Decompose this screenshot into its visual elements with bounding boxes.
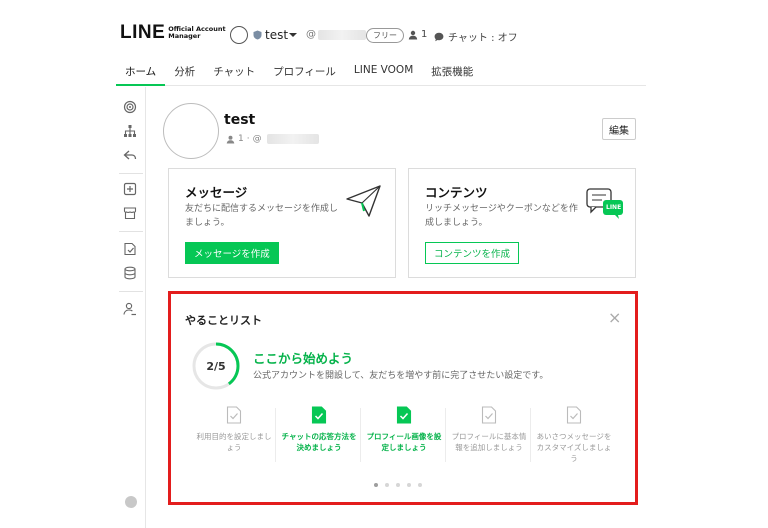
- sitemap-icon[interactable]: [122, 123, 138, 139]
- chat-contents-icon: LINE: [585, 187, 625, 221]
- coupon-icon[interactable]: [122, 241, 138, 257]
- database-icon[interactable]: [122, 265, 138, 281]
- account-id-prefix: @: [306, 29, 316, 40]
- tab-line-voom[interactable]: LINE VOOM: [345, 58, 422, 86]
- broadcast-icon[interactable]: [122, 99, 138, 115]
- profile-meta-separator: ·: [246, 134, 250, 144]
- todo-step-label: あいさつメッセージをカスタマイズしましょう: [536, 432, 612, 463]
- step-divider: [530, 408, 531, 462]
- logo-wordmark: LINE: [120, 22, 166, 43]
- message-card: メッセージ 友だちに配信するメッセージを作成しましょう。 メッセージを作成: [168, 168, 396, 278]
- contents-card-title: コンテンツ: [425, 185, 488, 200]
- checked-document-icon: [396, 406, 412, 424]
- pagination-dot[interactable]: [396, 483, 400, 487]
- tab-analytics[interactable]: 分析: [165, 58, 204, 86]
- todo-subtitle: 公式アカウントを開設して、友だちを増やす前に完了させたい設定です。: [253, 371, 549, 381]
- sidebar-divider: [119, 291, 143, 292]
- contents-card-description: リッチメッセージやクーポンなどを作成しましょう。: [425, 204, 578, 228]
- tab-extensions[interactable]: 拡張機能: [422, 58, 482, 86]
- line-oa-logo[interactable]: LINE Official Account Manager: [120, 22, 230, 44]
- add-message-icon[interactable]: [122, 181, 138, 197]
- tab-profile[interactable]: プロフィール: [264, 58, 345, 86]
- line-badge-label: LINE: [606, 204, 622, 211]
- pagination-dot[interactable]: [407, 483, 411, 487]
- profile-id-masked: [266, 134, 319, 144]
- message-card-title: メッセージ: [185, 185, 248, 200]
- profile-meta: 1 · @: [226, 134, 319, 144]
- pagination-dot[interactable]: [418, 483, 422, 487]
- paper-plane-icon: [346, 185, 381, 217]
- todo-step-label: 利用目的を設定しましょう: [196, 432, 272, 452]
- profile-name: test: [224, 112, 256, 128]
- chat-status[interactable]: チャット : オフ: [434, 29, 518, 44]
- friends-count: 1: [408, 29, 427, 40]
- account-avatar[interactable]: [230, 26, 248, 44]
- profile-id-prefix: @: [252, 134, 262, 144]
- todo-step-chat-response[interactable]: チャットの応答方法を決めましょう: [278, 406, 360, 470]
- verified-shield-icon: [253, 30, 262, 40]
- logo-subtitle: Official Account Manager: [168, 24, 226, 40]
- top-bar: LINE Official Account Manager test @ フリー…: [0, 0, 768, 56]
- chat-status-label: チャット : オフ: [448, 33, 518, 44]
- close-icon[interactable]: ×: [608, 310, 621, 326]
- todo-step-profile-image[interactable]: プロフィール画像を設定しましょう: [363, 406, 445, 470]
- account-id: @: [306, 29, 366, 40]
- todo-step-profile-info[interactable]: プロフィールに基本情報を追加しましょう: [448, 406, 530, 470]
- sidebar-divider: [119, 231, 143, 232]
- step-divider: [360, 408, 361, 462]
- tab-home[interactable]: ホーム: [116, 58, 166, 86]
- plan-badge: フリー: [366, 28, 404, 43]
- todo-list-panel: やることリスト × 2/5 ここから始めよう 公式アカウントを開設して、友だちを…: [168, 291, 638, 505]
- message-card-description: 友だちに配信するメッセージを作成しましょう。: [185, 204, 338, 228]
- todo-heading: ここから始めよう: [253, 351, 354, 366]
- edit-profile-button[interactable]: 編集: [602, 118, 636, 140]
- todo-step-label: プロフィール画像を設定しましょう: [366, 432, 442, 452]
- document-icon: [226, 406, 242, 424]
- step-divider: [275, 408, 276, 462]
- carousel-pagination: [374, 483, 422, 487]
- user-settings-icon[interactable]: [122, 301, 138, 317]
- person-icon: [408, 30, 418, 39]
- todo-step-label: チャットの応答方法を決めましょう: [281, 432, 357, 452]
- tab-chat[interactable]: チャット: [204, 58, 264, 86]
- create-message-button[interactable]: メッセージを作成: [185, 242, 279, 264]
- sidebar-divider: [119, 173, 143, 174]
- chevron-down-icon[interactable]: [289, 33, 297, 37]
- sidebar: [116, 87, 146, 528]
- profile-friends-count: 1: [238, 134, 244, 144]
- todo-step-purpose[interactable]: 利用目的を設定しましょう: [193, 406, 275, 470]
- todo-list-title: やることリスト: [185, 314, 262, 327]
- todo-step-label: プロフィールに基本情報を追加しましょう: [451, 432, 527, 452]
- account-id-masked: [318, 29, 366, 40]
- profile-avatar[interactable]: [163, 103, 219, 159]
- shop-icon[interactable]: [122, 205, 138, 221]
- person-icon: [226, 135, 235, 144]
- progress-label: 2/5: [206, 359, 226, 373]
- friends-count-value: 1: [421, 29, 428, 40]
- document-icon: [481, 406, 497, 424]
- account-name-switcher[interactable]: test: [265, 28, 288, 42]
- contents-card: コンテンツ リッチメッセージやクーポンなどを作成しましょう。 コンテンツを作成 …: [408, 168, 636, 278]
- help-icon[interactable]: [125, 496, 137, 508]
- checked-document-icon: [311, 406, 327, 424]
- main-tabs: ホーム 分析 チャット プロフィール LINE VOOM 拡張機能: [116, 58, 646, 86]
- pagination-dot[interactable]: [385, 483, 389, 487]
- step-divider: [445, 408, 446, 462]
- chat-bubble-icon: [434, 32, 444, 41]
- todo-step-greeting-message[interactable]: あいさつメッセージをカスタマイズしましょう: [533, 406, 615, 470]
- document-icon: [566, 406, 582, 424]
- pagination-dot[interactable]: [374, 483, 378, 487]
- reply-icon[interactable]: [122, 147, 138, 163]
- create-contents-button[interactable]: コンテンツを作成: [425, 242, 520, 264]
